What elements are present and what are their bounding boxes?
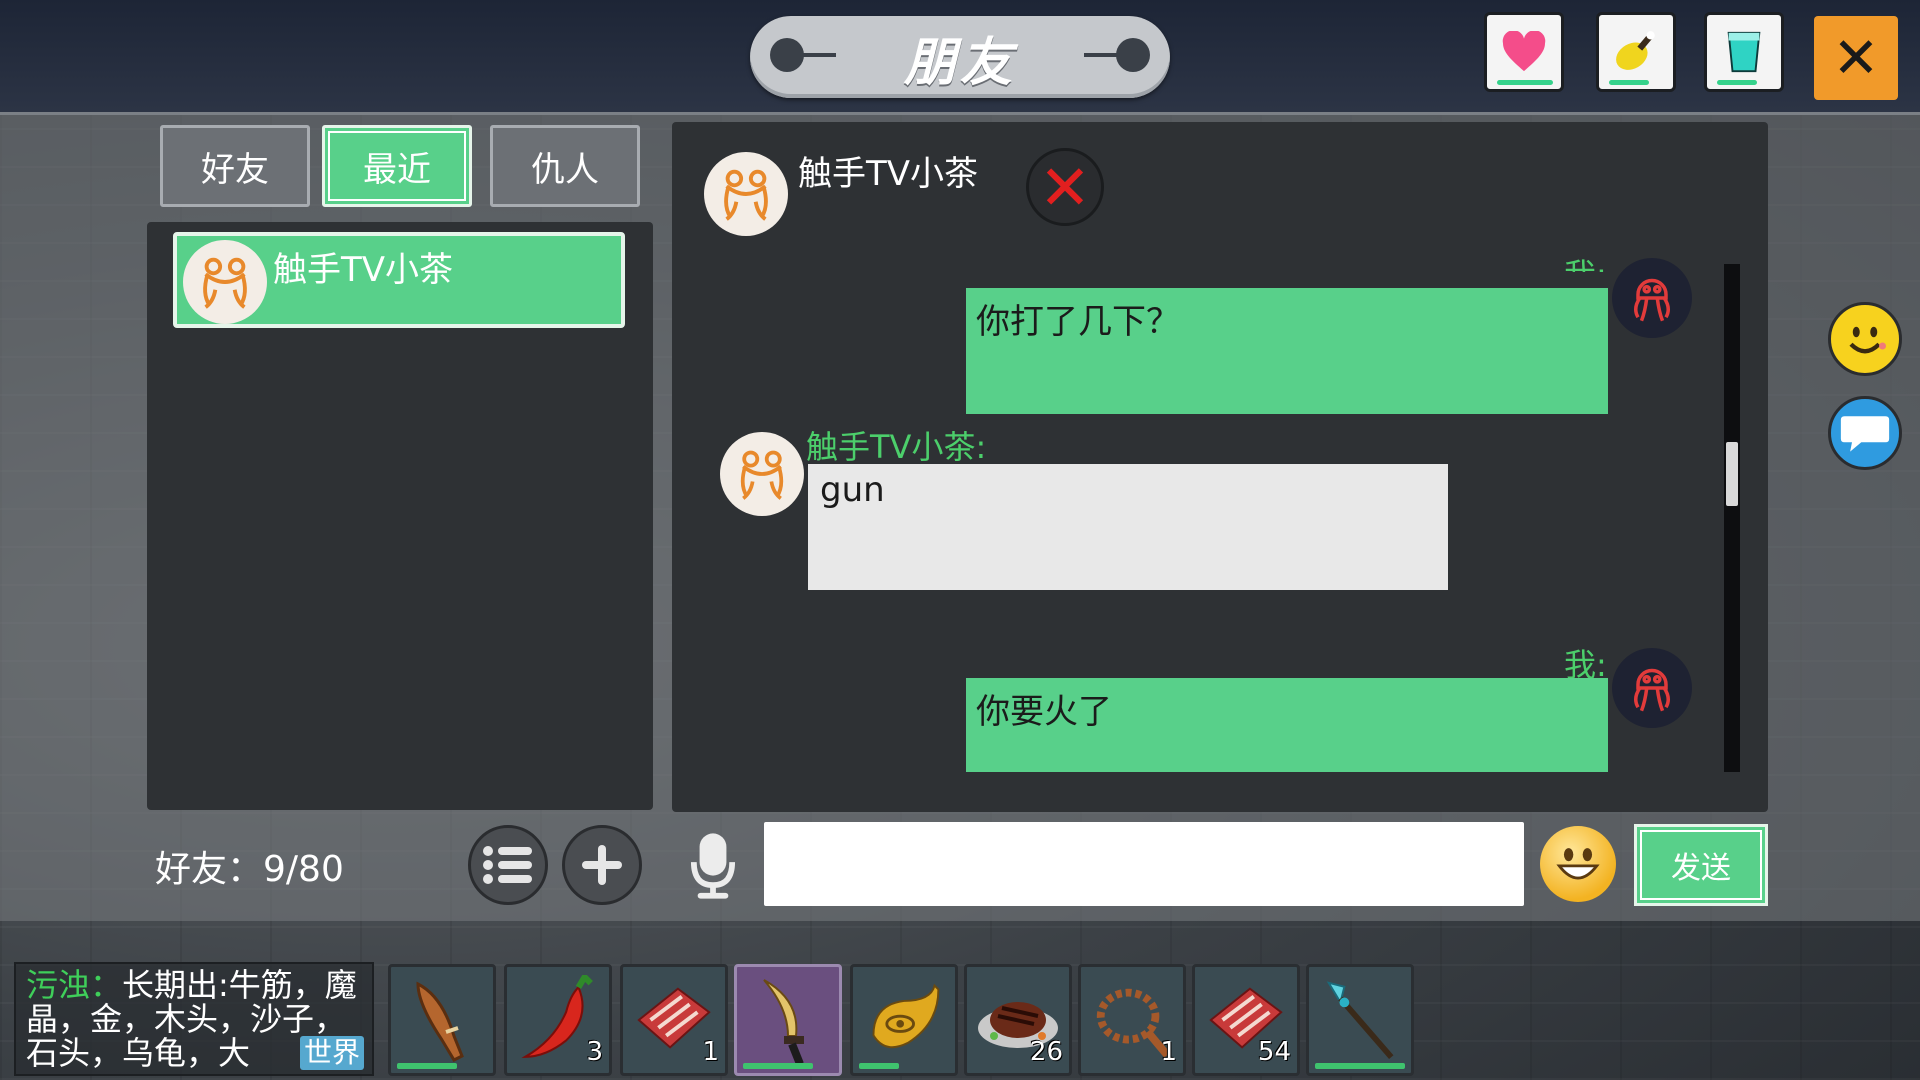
message-bubble-other: gun	[808, 464, 1448, 590]
golden-horn-icon	[872, 983, 940, 1049]
menu-button[interactable]	[468, 825, 548, 905]
message-sender-label: 我:	[1564, 250, 1607, 272]
chat-partner-avatar[interactable]	[704, 152, 788, 236]
friend-list[interactable]: 触手TV小茶	[147, 222, 653, 810]
hotbar-slot-3[interactable]: 1	[620, 964, 728, 1076]
chat-partner-name: 触手TV小茶	[798, 154, 979, 194]
heart-icon	[1502, 31, 1546, 72]
world-channel-badge[interactable]: 世界	[299, 1036, 364, 1070]
thirst-bar	[1717, 80, 1757, 85]
durability-bar	[859, 1063, 899, 1069]
hotbar-slot-4-selected[interactable]	[734, 964, 842, 1076]
red-x-icon: ✕	[1039, 150, 1091, 224]
window-title: 朋友	[903, 32, 1016, 93]
frog-icon	[203, 257, 247, 309]
plus-icon	[582, 845, 622, 885]
octopus-avatar	[1612, 258, 1692, 338]
hunger-indicator	[1596, 12, 1676, 92]
hotbar-slot-5[interactable]	[850, 964, 958, 1076]
crystal-spear-icon	[1326, 981, 1394, 1060]
hotbar-slot-2[interactable]: 3	[504, 964, 612, 1076]
hotbar-slot-9[interactable]	[1306, 964, 1414, 1076]
delete-friend-button[interactable]: ✕	[1026, 148, 1104, 226]
tab-enemies[interactable]: 仇人	[490, 125, 640, 207]
hotbar-slot-8[interactable]: 54	[1192, 964, 1300, 1076]
send-label: 发送	[1671, 851, 1731, 886]
chat-scrollbar-thumb[interactable]	[1726, 442, 1738, 506]
hotbar-slot-6[interactable]: 26	[964, 964, 1072, 1076]
microphone-icon[interactable]	[690, 830, 736, 902]
hotbar-slot-7[interactable]: 1	[1078, 964, 1186, 1076]
log-tag: 污浊：	[26, 966, 123, 1004]
world-chat-log[interactable]: 污浊：长期出:牛筋，魔晶，金，木头，沙子，石头，乌龟，大 世界	[14, 962, 374, 1076]
tab-recent[interactable]: 最近	[322, 125, 472, 207]
chat-message-input[interactable]	[764, 822, 1524, 906]
chat-bubble-icon	[1840, 416, 1890, 452]
frog-icon	[724, 169, 768, 221]
octopus-avatar	[1612, 648, 1692, 728]
durability-bar	[1315, 1063, 1405, 1069]
emote-button[interactable]	[1828, 302, 1902, 376]
drumstick-icon	[1616, 31, 1655, 70]
health-indicator	[1484, 12, 1564, 92]
message-bubble-me: 你打了几下？	[966, 288, 1608, 414]
slot-count: 26	[1029, 1037, 1063, 1067]
slot-count: 1	[1160, 1037, 1177, 1067]
close-icon: ✕	[1832, 25, 1880, 91]
message-sender-label: 触手TV小茶:	[806, 428, 987, 466]
friend-name: 触手TV小茶	[273, 250, 454, 290]
send-button[interactable]: 发送	[1634, 824, 1768, 906]
wooden-club-icon	[416, 981, 464, 1062]
message-bubble-me: 你要火了	[966, 678, 1608, 772]
list-icon	[483, 846, 532, 884]
tab-friends[interactable]: 好友	[160, 125, 310, 207]
title-ornament-right	[1084, 38, 1150, 72]
frog-avatar	[720, 432, 804, 516]
octopus-icon	[1634, 278, 1670, 322]
friend-list-item[interactable]: 触手TV小茶	[173, 232, 625, 328]
window-title-bar: 朋友	[750, 16, 1170, 98]
water-cup-icon	[1727, 31, 1761, 73]
grinning-face-icon	[1556, 848, 1600, 880]
friend-count: 好友：9/80	[155, 849, 344, 890]
durability-bar	[743, 1063, 813, 1069]
frog-icon	[740, 450, 784, 500]
add-friend-button[interactable]	[562, 825, 642, 905]
tab-friends-label: 好友	[201, 149, 269, 190]
slot-count: 3	[586, 1037, 603, 1067]
thirst-indicator	[1704, 12, 1784, 92]
hunger-bar	[1609, 80, 1649, 85]
chat-panel: 触手TV小茶 ✕ 我: 你打了几下？ 触手TV小茶: gun 我: 你要火了	[672, 122, 1768, 812]
chat-scrollbar[interactable]	[1724, 264, 1740, 772]
curved-dagger-icon	[763, 979, 804, 1066]
tab-recent-label: 最近	[363, 149, 431, 190]
frog-avatar	[183, 240, 267, 324]
slot-count: 54	[1257, 1037, 1291, 1067]
title-ornament-left	[770, 38, 836, 72]
emoji-button[interactable]	[1540, 826, 1616, 902]
hotbar-slot-1[interactable]	[388, 964, 496, 1076]
durability-bar	[397, 1063, 457, 1069]
close-button[interactable]: ✕	[1814, 16, 1898, 100]
health-bar	[1497, 80, 1553, 85]
chat-button[interactable]	[1828, 396, 1902, 470]
tab-enemies-label: 仇人	[531, 149, 599, 190]
slot-count: 1	[702, 1037, 719, 1067]
smiley-icon	[1849, 326, 1886, 354]
octopus-icon	[1634, 668, 1670, 712]
